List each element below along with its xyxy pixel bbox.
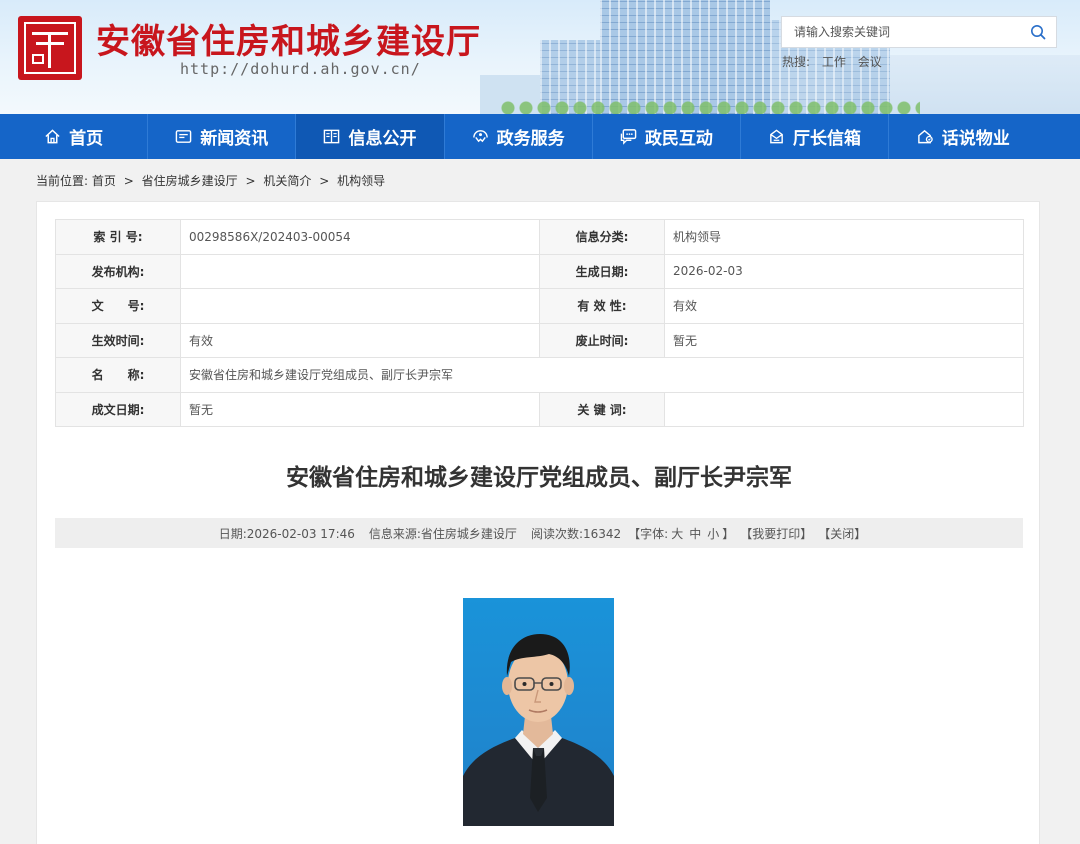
info-label-keywords: 关 键 词: <box>539 391 665 427</box>
nav-item-info-public[interactable]: 信息公开 <box>296 114 445 159</box>
book-icon <box>324 129 340 144</box>
font-size-large-button[interactable]: 大 <box>671 525 683 542</box>
table-row: 发布机构: 生成日期: 2026-02-03 <box>55 253 1024 289</box>
property-icon <box>917 129 933 144</box>
article-source: 信息来源:省住房城乡建设厅 <box>368 526 517 541</box>
nav-item-gov-service[interactable]: 政务服务 <box>445 114 593 159</box>
main-nav: 首页 新闻资讯 信息公开 政务服务 政民互动 厅长信箱 话说物业 <box>0 114 1080 159</box>
table-row: 名 称: 安徽省住房和城乡建设厅党组成员、副厅长尹宗军 <box>55 357 1024 393</box>
info-label-publisher: 发布机构: <box>55 253 181 289</box>
font-size-medium-button[interactable]: 中 <box>689 525 701 542</box>
breadcrumb: 当前位置: 首页 > 省住房城乡建设厅 > 机关简介 > 机构领导 <box>36 172 385 189</box>
info-label-created-date: 生成日期: <box>539 253 665 289</box>
chat-icon <box>620 129 637 145</box>
nav-item-interaction[interactable]: 政民互动 <box>593 114 741 159</box>
nav-item-label: 政务服务 <box>496 129 565 149</box>
info-value-index: 00298586X/202403-00054 <box>180 219 540 255</box>
site-header: 安徽省住房和城乡建设厅 http://dohurd.ah.gov.cn/ 热搜:… <box>0 0 1080 114</box>
logo-emblem-icon <box>24 22 76 74</box>
font-size-small-button[interactable]: 小 <box>707 525 719 542</box>
close-button[interactable]: 【关闭】 <box>818 525 866 542</box>
breadcrumb-item-about[interactable]: 机关简介 <box>263 174 311 188</box>
info-value-keywords <box>664 391 1024 427</box>
info-label-doc-number: 文 号: <box>55 288 181 324</box>
breadcrumb-item-home[interactable]: 首页 <box>92 174 116 188</box>
article-date: 日期:2026-02-03 17:46 <box>218 526 355 541</box>
portrait-image <box>463 634 614 826</box>
nav-item-label: 新闻资讯 <box>200 129 269 149</box>
info-table: 索 引 号: 00298586X/202403-00054 信息分类: 机构领导… <box>55 219 1024 427</box>
info-value-written-date: 暂无 <box>180 391 540 427</box>
info-label-name: 名 称: <box>55 357 181 393</box>
info-label-index: 索 引 号: <box>55 219 181 255</box>
hot-search-keyword[interactable]: 工作 <box>822 55 846 69</box>
breadcrumb-item-leaders[interactable]: 机构领导 <box>337 174 385 188</box>
info-value-doc-number <box>180 288 540 324</box>
article-title: 安徽省住房和城乡建设厅党组成员、副厅长尹宗军 <box>286 465 792 491</box>
hot-search-keyword[interactable]: 会议 <box>858 55 882 69</box>
header-banner-trees <box>500 98 920 114</box>
header-banner-building <box>600 0 770 114</box>
nav-item-label: 首页 <box>69 129 104 149</box>
nav-item-label: 信息公开 <box>348 129 417 149</box>
info-value-validity: 有效 <box>664 288 1024 324</box>
nav-item-news[interactable]: 新闻资讯 <box>148 114 297 159</box>
table-row: 索 引 号: 00298586X/202403-00054 信息分类: 机构领导 <box>55 219 1024 255</box>
leader-portrait <box>463 598 614 826</box>
info-label-written-date: 成文日期: <box>55 391 181 427</box>
search-icon[interactable] <box>1030 24 1046 40</box>
breadcrumb-separator: > <box>123 174 134 188</box>
info-label-expiry-time: 废止时间: <box>539 322 665 358</box>
breadcrumb-prefix: 当前位置: <box>36 174 89 188</box>
table-row: 生效时间: 有效 废止时间: 暂无 <box>55 322 1024 358</box>
content-panel: 索 引 号: 00298586X/202403-00054 信息分类: 机构领导… <box>36 201 1040 844</box>
info-label-validity: 有 效 性: <box>539 288 665 324</box>
nav-item-label: 话说物业 <box>941 129 1010 149</box>
search-input[interactable] <box>782 17 1022 47</box>
mailbox-icon <box>770 129 783 144</box>
table-row: 文 号: 有 效 性: 有效 <box>55 288 1024 324</box>
article-views: 阅读次数:16342 <box>530 526 622 541</box>
article-meta-bar: 日期:2026-02-03 17:46 信息来源:省住房城乡建设厅 阅读次数:1… <box>55 518 1023 548</box>
nav-item-label: 厅长信箱 <box>793 129 862 149</box>
hot-search: 热搜: 工作 会议 <box>782 53 890 70</box>
site-logo[interactable] <box>18 16 82 80</box>
site-title[interactable]: 安徽省住房和城乡建设厅 <box>96 14 481 63</box>
table-row: 成文日期: 暂无 关 键 词: <box>55 391 1024 427</box>
breadcrumb-separator: > <box>319 174 330 188</box>
info-value-expiry-time: 暂无 <box>664 322 1024 358</box>
hot-search-label: 热搜: <box>782 55 811 69</box>
info-value-category: 机构领导 <box>664 219 1024 255</box>
nav-item-director-mailbox[interactable]: 厅长信箱 <box>741 114 890 159</box>
print-button[interactable]: 【我要打印】 <box>740 525 812 542</box>
site-url: http://dohurd.ah.gov.cn/ <box>180 60 421 78</box>
info-value-publisher <box>180 253 540 289</box>
breadcrumb-separator: > <box>245 174 256 188</box>
info-value-created-date: 2026-02-03 <box>664 253 1024 289</box>
info-label-effective-time: 生效时间: <box>55 322 181 358</box>
font-size-suffix: 】 <box>722 526 735 541</box>
info-value-effective-time: 有效 <box>180 322 540 358</box>
font-size-prefix: 【字体: <box>628 526 669 541</box>
breadcrumb-item-department[interactable]: 省住房城乡建设厅 <box>142 174 238 188</box>
nav-item-label: 政民互动 <box>644 129 713 149</box>
service-icon <box>472 130 488 143</box>
nav-item-home[interactable]: 首页 <box>0 114 149 159</box>
info-value-name: 安徽省住房和城乡建设厅党组成员、副厅长尹宗军 <box>180 357 1024 393</box>
search-box <box>781 16 1057 48</box>
nav-item-property-talk[interactable]: 话说物业 <box>889 114 1037 159</box>
news-icon <box>175 130 192 143</box>
info-label-category: 信息分类: <box>539 219 665 255</box>
home-icon <box>45 129 60 144</box>
